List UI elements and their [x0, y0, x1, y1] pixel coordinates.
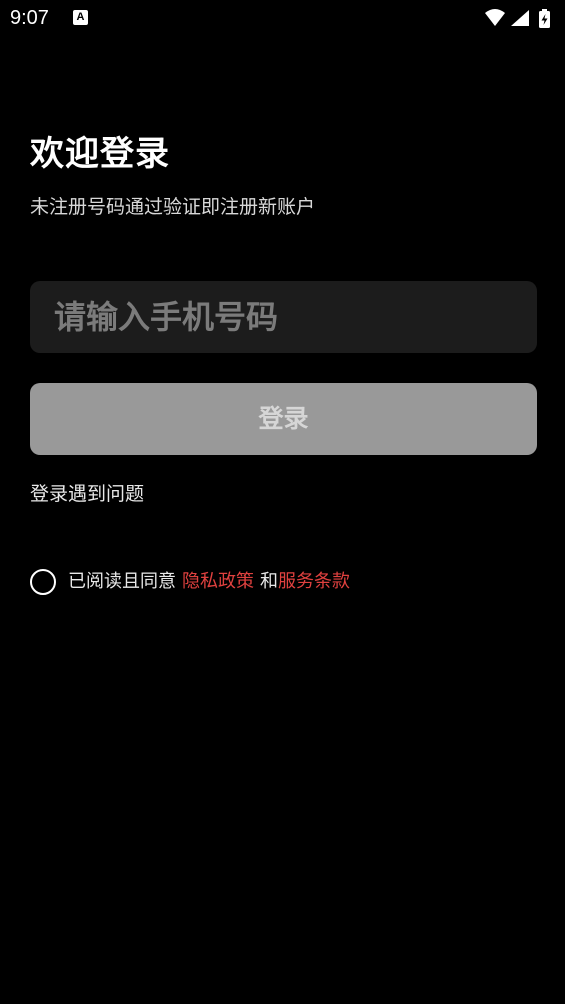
page-title: 欢迎登录: [30, 134, 170, 174]
agreement-row: 已阅读且同意 隐私政策 和 服务条款: [30, 568, 350, 596]
agreement-prefix: 已阅读且同意: [68, 571, 176, 592]
signal-icon: [511, 10, 529, 26]
login-help-link[interactable]: 登录遇到问题: [30, 481, 144, 507]
battery-icon: [539, 9, 550, 28]
agree-checkbox[interactable]: [30, 569, 56, 595]
status-bar: 9:07 A: [0, 0, 565, 38]
privacy-policy-link[interactable]: 隐私政策: [182, 569, 254, 595]
agreement-and: 和: [260, 571, 278, 592]
status-icons: [483, 8, 555, 30]
login-button[interactable]: 登录: [30, 383, 537, 455]
notification-a-icon: A: [73, 10, 88, 25]
page-subtitle: 未注册号码通过验证即注册新账户: [30, 196, 316, 218]
phone-number-input[interactable]: [30, 281, 537, 353]
wifi-icon: [485, 9, 505, 26]
status-time: 9:07: [10, 7, 49, 29]
terms-of-service-link[interactable]: 服务条款: [278, 569, 350, 595]
